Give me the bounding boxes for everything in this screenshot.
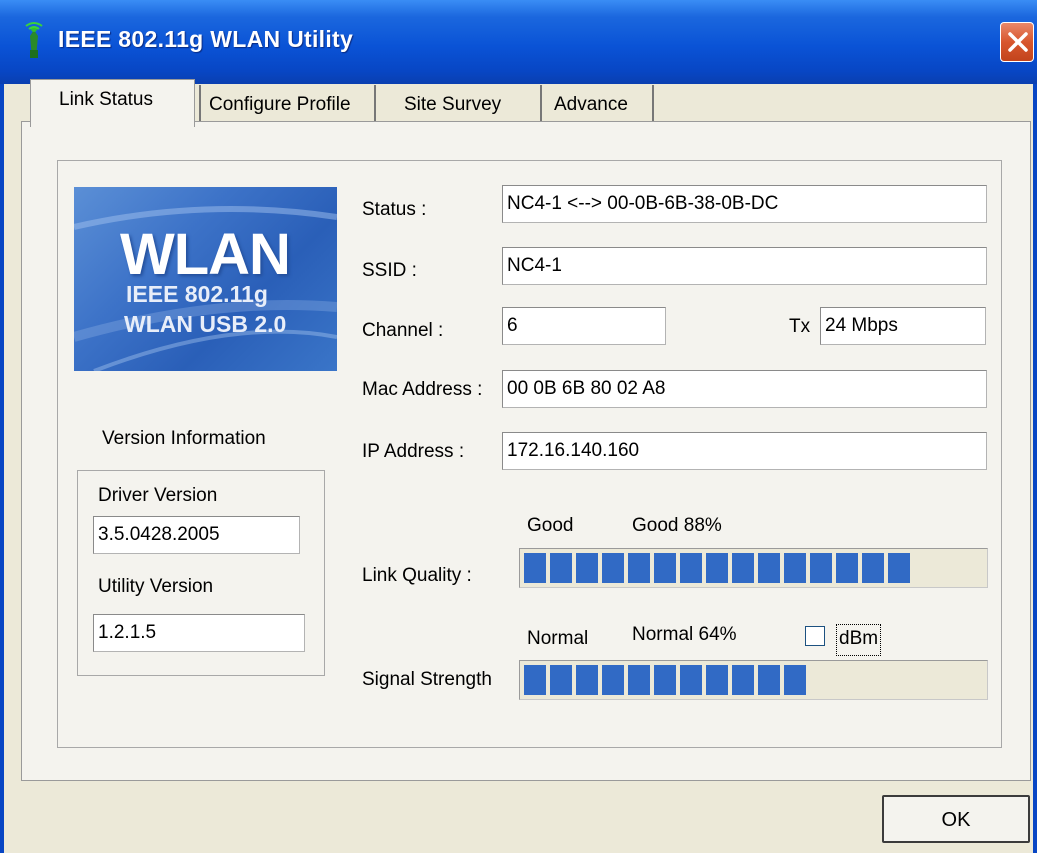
meter-segment <box>732 665 754 695</box>
link-quality-text: Good 88% <box>632 515 722 536</box>
meter-segment <box>524 553 546 583</box>
meter-segment <box>602 665 624 695</box>
antenna-icon <box>25 22 43 58</box>
logo-title: WLAN <box>120 222 291 287</box>
meter-segment <box>576 553 598 583</box>
meter-segment <box>654 665 676 695</box>
status-field[interactable]: NC4-1 <--> 00-0B-6B-38-0B-DC <box>502 185 987 223</box>
tx-rate-field[interactable]: 24 Mbps <box>820 307 986 345</box>
utility-version-label: Utility Version <box>98 576 214 597</box>
meter-segment <box>784 665 806 695</box>
meter-segment <box>784 553 806 583</box>
ssid-label: SSID : <box>362 260 417 281</box>
meter-segment <box>550 665 572 695</box>
meter-segment <box>576 665 598 695</box>
channel-label: Channel : <box>362 320 444 341</box>
close-button[interactable] <box>1000 22 1034 62</box>
meter-segment <box>888 553 910 583</box>
dbm-checkbox[interactable] <box>805 626 825 646</box>
signal-strength-fill <box>524 665 810 695</box>
tab-label: Advance <box>554 94 628 115</box>
tab-label: Link Status <box>59 89 153 110</box>
link-quality-word: Good <box>527 515 574 536</box>
tab-link-status[interactable]: Link Status <box>30 79 195 127</box>
window-title: IEEE 802.11g WLAN Utility <box>58 26 354 52</box>
ip-address-label: IP Address : <box>362 441 465 462</box>
logo-line-2: IEEE 802.11g <box>126 281 268 307</box>
meter-segment <box>862 553 884 583</box>
meter-segment <box>732 553 754 583</box>
ok-button[interactable]: OK <box>882 795 1030 843</box>
utility-version-field[interactable]: 1.2.1.5 <box>93 614 305 652</box>
meter-segment <box>758 553 780 583</box>
link-quality-label: Link Quality : <box>362 565 472 586</box>
meter-segment <box>524 665 546 695</box>
title-bar[interactable]: IEEE 802.11g WLAN Utility <box>0 0 1037 84</box>
meter-segment <box>836 553 858 583</box>
tab-label: Site Survey <box>404 94 502 115</box>
tab-configure-profile[interactable]: Configure Profile <box>199 85 376 125</box>
tab-site-survey[interactable]: Site Survey <box>376 85 542 125</box>
mac-address-field[interactable]: 00 0B 6B 80 02 A8 <box>502 370 987 408</box>
meter-segment <box>628 665 650 695</box>
status-label: Status : <box>362 199 427 220</box>
meter-segment <box>758 665 780 695</box>
meter-segment <box>680 553 702 583</box>
wlan-logo: WLAN IEEE 802.11g WLAN USB 2.0 <box>74 187 337 371</box>
driver-version-label: Driver Version <box>98 485 218 506</box>
dbm-label[interactable]: dBm <box>836 624 882 656</box>
meter-segment <box>602 553 624 583</box>
meter-segment <box>706 553 728 583</box>
window-frame-right <box>1033 84 1037 853</box>
signal-strength-label: Signal Strength <box>362 669 492 690</box>
ip-address-field[interactable]: 172.16.140.160 <box>502 432 987 470</box>
mac-address-label: Mac Address : <box>362 379 483 400</box>
link-quality-fill <box>524 553 914 583</box>
tab-label: Configure Profile <box>209 94 351 115</box>
driver-version-field[interactable]: 3.5.0428.2005 <box>93 516 300 554</box>
meter-segment <box>628 553 650 583</box>
meter-segment <box>810 553 832 583</box>
signal-strength-word: Normal <box>527 628 589 649</box>
meter-segment <box>550 553 572 583</box>
logo-line-3: WLAN USB 2.0 <box>124 311 287 337</box>
window-frame-left <box>0 84 4 853</box>
link-quality-meter <box>519 548 988 588</box>
signal-strength-meter <box>519 660 988 700</box>
version-heading: Version Information <box>102 428 266 449</box>
close-icon <box>1008 32 1028 52</box>
main-window: IEEE 802.11g WLAN Utility Link Status Co… <box>0 0 1037 853</box>
signal-strength-text: Normal 64% <box>632 624 737 645</box>
meter-segment <box>706 665 728 695</box>
ssid-field[interactable]: NC4-1 <box>502 247 987 285</box>
meter-segment <box>654 553 676 583</box>
meter-segment <box>680 665 702 695</box>
tx-label: Tx <box>789 316 811 337</box>
channel-field[interactable]: 6 <box>502 307 666 345</box>
tab-advance[interactable]: Advance <box>542 85 654 125</box>
